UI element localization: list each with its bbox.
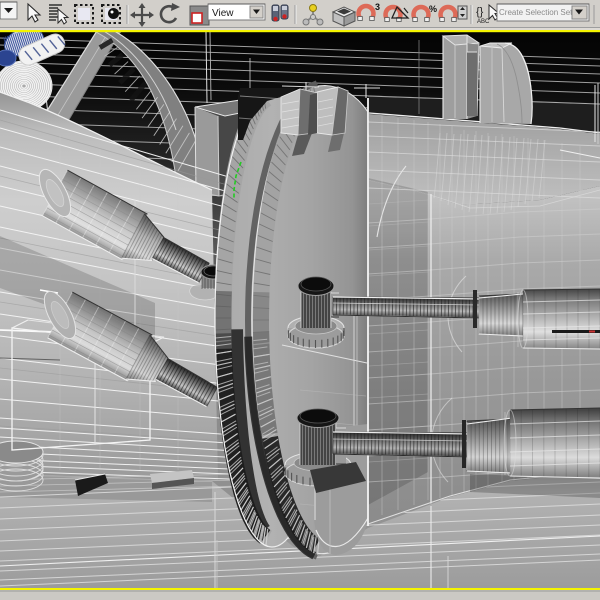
svg-text:View: View [212, 8, 234, 19]
svg-text:Create Selection Set: Create Selection Set [499, 8, 573, 17]
svg-text:3: 3 [375, 2, 380, 12]
svg-text:%: % [429, 4, 437, 14]
svg-text:{}: {} [476, 6, 484, 18]
svg-text:ABC: ABC [477, 19, 490, 25]
